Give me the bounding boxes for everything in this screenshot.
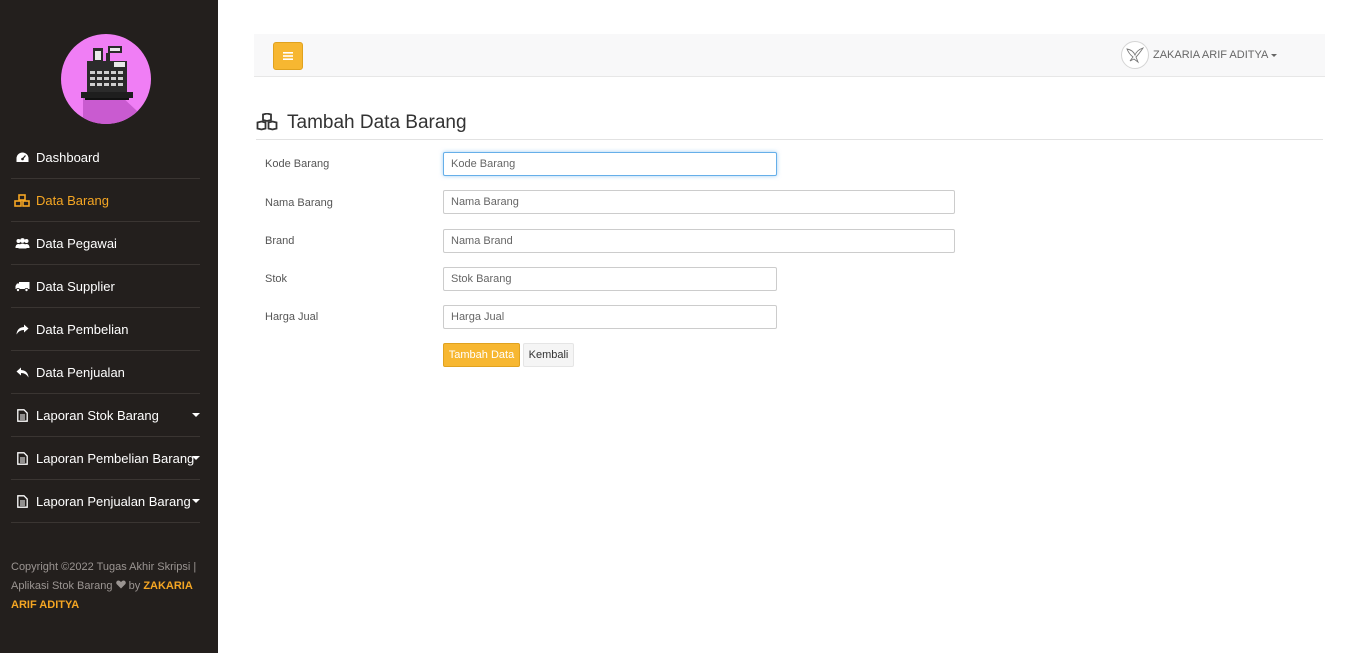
tambah-data-button[interactable]: Tambah Data (443, 343, 520, 367)
sidebar-item-data-pegawai[interactable]: Data Pegawai (11, 222, 200, 265)
sidebar-item-label: Data Supplier (36, 278, 115, 294)
brand-input[interactable] (443, 229, 955, 253)
nama-barang-label: Nama Barang (265, 197, 333, 209)
sidebar-item-label: Data Barang (36, 192, 109, 208)
file-text-icon (14, 494, 30, 508)
sidebar-item-laporan-pembelian-barang[interactable]: Laporan Pembelian Barang (11, 437, 200, 480)
user-menu-dropdown[interactable]: ZAKARIA ARIF ADITYA (1121, 40, 1278, 70)
nama-barang-input[interactable] (443, 190, 955, 214)
hamburger-icon (283, 47, 293, 65)
reply-icon (14, 365, 30, 379)
sidebar-item-label: Data Penjualan (36, 364, 125, 380)
top-navbar: ZAKARIA ARIF ADITYA (254, 34, 1325, 77)
form-row-kode-barang: Kode Barang (265, 152, 965, 176)
sidebar-item-label: Laporan Pembelian Barang (36, 450, 195, 466)
menu-toggle-button[interactable] (273, 42, 303, 70)
caret-down-icon (192, 456, 200, 460)
page-header: Tambah Data Barang (256, 110, 1323, 140)
sidebar-item-data-supplier[interactable]: Data Supplier (11, 265, 200, 308)
form-row-brand: Brand (265, 229, 965, 253)
sidebar-item-label: Data Pegawai (36, 235, 117, 251)
kode-barang-label: Kode Barang (265, 158, 330, 170)
sidebar-item-data-barang[interactable]: Data Barang (11, 179, 200, 222)
kembali-button[interactable]: Kembali (523, 343, 574, 367)
sidebar-item-label: Dashboard (36, 149, 100, 165)
sidebar-nav: Dashboard Data Barang Data Pegawai Data … (11, 136, 200, 523)
caret-down-icon (192, 499, 200, 503)
sidebar-item-data-pembelian[interactable]: Data Pembelian (11, 308, 200, 351)
sidebar-item-label: Data Pembelian (36, 321, 129, 337)
brand-label: Brand (265, 235, 295, 247)
harga-jual-label: Harga Jual (265, 311, 319, 323)
user-name: ZAKARIA ARIF ADITYA (1153, 49, 1269, 61)
sidebar-item-dashboard[interactable]: Dashboard (11, 136, 200, 179)
copyright-by: by (128, 580, 141, 592)
form-row-stok: Stok (265, 267, 965, 291)
sidebar-item-laporan-penjualan-barang[interactable]: Laporan Penjualan Barang (11, 480, 200, 523)
truck-icon (14, 279, 30, 293)
copyright-text: Copyright ©2022 Tugas Akhir Skripsi | Ap… (11, 558, 201, 615)
sidebar-item-data-penjualan[interactable]: Data Penjualan (11, 351, 200, 394)
stok-label: Stok (265, 273, 288, 285)
harga-jual-input[interactable] (443, 305, 777, 329)
file-text-icon (14, 408, 30, 422)
caret-down-icon (192, 413, 200, 417)
page-title: Tambah Data Barang (287, 111, 467, 133)
sidebar: Dashboard Data Barang Data Pegawai Data … (0, 0, 218, 653)
form-row-nama-barang: Nama Barang (265, 190, 965, 214)
share-icon (14, 322, 30, 336)
file-text-icon (14, 451, 30, 465)
kode-barang-input[interactable] (443, 152, 777, 176)
cash-register-logo (61, 34, 151, 124)
sidebar-item-laporan-stok-barang[interactable]: Laporan Stok Barang (11, 394, 200, 437)
heart-icon (115, 580, 126, 592)
cubes-icon (256, 112, 280, 133)
caret-down-icon (1271, 53, 1278, 57)
form-row-harga-jual: Harga Jual (265, 305, 965, 329)
avatar (1121, 41, 1149, 69)
cubes-icon (14, 193, 30, 207)
dashboard-icon (14, 150, 30, 164)
users-icon (14, 236, 30, 250)
sidebar-item-label: Laporan Stok Barang (36, 407, 159, 423)
sidebar-item-label: Laporan Penjualan Barang (36, 493, 191, 509)
stok-input[interactable] (443, 267, 777, 291)
